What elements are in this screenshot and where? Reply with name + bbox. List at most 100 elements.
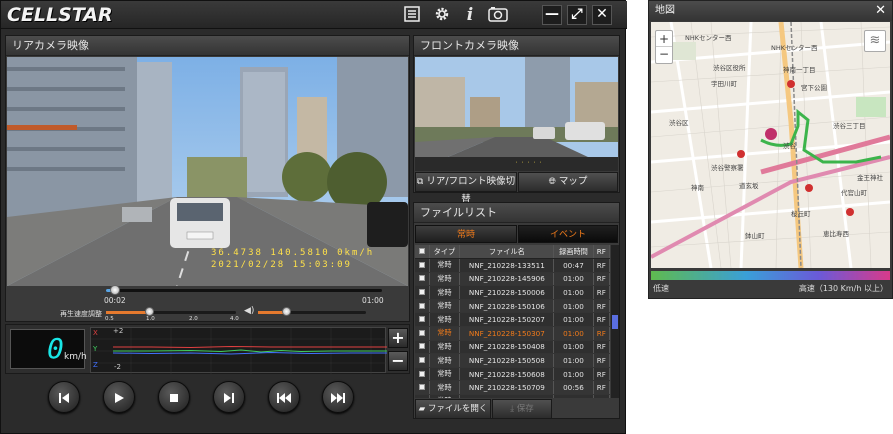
file-row[interactable]: 常時 NNF_210228-150207 01:00 RF <box>415 312 610 328</box>
gear-icon[interactable] <box>432 5 452 25</box>
minimize-button[interactable]: — <box>542 5 562 25</box>
map-label: NHKセンター西 <box>771 44 818 52</box>
file-duration: 01:00 <box>553 353 594 368</box>
tab-normal[interactable]: 常時 <box>415 225 517 243</box>
save-icon: ⤓ <box>510 404 515 414</box>
map-zoom-in-button[interactable]: + <box>656 31 672 47</box>
map-label: 恵比寿西 <box>823 230 849 238</box>
file-row[interactable]: 常時 NNF_210228-150608 01:00 RF <box>415 367 610 382</box>
file-row[interactable]: 常時 NNF_210228-145906 01:00 RF <box>415 272 610 287</box>
close-button[interactable]: ✕ <box>592 5 612 25</box>
volume-icon[interactable]: ◀) <box>244 306 254 316</box>
file-type: 常時 <box>429 380 461 396</box>
front-camera-video[interactable]: · · · · · <box>415 57 618 171</box>
row-checkbox[interactable] <box>415 380 430 396</box>
row-checkbox[interactable] <box>415 367 430 382</box>
map-label: 渋谷三丁目 <box>833 122 866 130</box>
file-row[interactable]: 常時 NNF_210228-150307 01:00 RF <box>415 326 610 341</box>
file-type: 常時 <box>429 285 461 300</box>
file-rf: RF <box>593 353 610 368</box>
row-checkbox[interactable] <box>415 353 430 368</box>
select-all-checkbox[interactable] <box>415 245 430 260</box>
volume-handle[interactable] <box>282 307 291 316</box>
file-row[interactable]: 常時 NNF_210228-150709 00:56 RF <box>415 380 610 396</box>
save-button[interactable]: ⤓ 保存 <box>492 399 552 419</box>
file-list-scrollbar[interactable] <box>611 245 619 398</box>
map-label: 渋谷区役所 <box>713 64 746 72</box>
datetime-overlay: 2021/02/28 15:03:09 <box>211 260 352 270</box>
file-duration: 00:56 <box>553 380 594 396</box>
row-checkbox[interactable] <box>415 285 430 300</box>
file-type: 常時 <box>429 299 461 314</box>
open-file-button[interactable]: ▰ ファイルを開く <box>415 399 491 419</box>
row-checkbox[interactable] <box>415 272 430 287</box>
row-checkbox[interactable] <box>415 312 430 328</box>
gps-overlay: 36.4738 140.5810 0km/h <box>211 248 375 258</box>
globe-icon: 🌐︎ <box>548 177 556 187</box>
play-button[interactable] <box>103 381 135 413</box>
cellstar-viewer-window: CELLSTAR i — ⤢ ✕ リアカメラ映像 36.4738 140.581… <box>0 0 627 434</box>
speed-adjust-label: 再生速度調整 <box>60 310 102 318</box>
file-type: 常時 <box>429 312 461 328</box>
file-table: タイプ ファイル名 録画時間 RF 常時 NNF_210228-133511 00:… <box>415 245 610 398</box>
file-row[interactable]: 常時 NNF_210228-150106 01:00 RF <box>415 299 610 314</box>
legend-high-label: 高速（130 Km/h 以上） <box>798 284 888 293</box>
tab-event[interactable]: イベント <box>518 225 618 243</box>
maximize-button[interactable]: ⤢ <box>567 5 587 25</box>
row-checkbox[interactable] <box>415 340 430 355</box>
front-camera-title: フロントカメラ映像 <box>414 36 619 56</box>
seek-handle[interactable] <box>110 285 121 295</box>
camera-icon[interactable] <box>488 5 508 25</box>
skip-forward-icon <box>331 393 345 403</box>
map-label: 道玄坂 <box>739 182 759 190</box>
info-icon[interactable]: i <box>460 5 480 25</box>
map-button[interactable]: 🌐︎ マップ <box>518 172 618 192</box>
file-duration: 01:00 <box>553 326 594 341</box>
map-label: 渋谷区 <box>669 119 689 127</box>
map-close-button[interactable]: ✕ <box>875 1 886 21</box>
file-row[interactable]: 常時 NNF_210228-150508 01:00 RF <box>415 353 610 368</box>
stop-button[interactable] <box>158 381 190 413</box>
map-label: 代官山町 <box>841 189 867 197</box>
map-label: 宇田川町 <box>711 80 737 88</box>
file-name: NNF_210228-150608 <box>459 367 555 382</box>
rear-camera-panel: リアカメラ映像 36.4738 140.5810 0km/h 2021/02/2… <box>5 35 410 322</box>
row-checkbox[interactable] <box>415 258 430 273</box>
row-checkbox[interactable] <box>415 299 430 314</box>
file-type: 常時 <box>429 367 461 382</box>
file-rf: RF <box>593 258 610 273</box>
zoom-out-graph-button[interactable]: − <box>388 351 408 371</box>
rear-camera-video[interactable]: 36.4738 140.5810 0km/h 2021/02/28 15:03:… <box>7 57 408 286</box>
skip-forward-button[interactable] <box>322 381 354 413</box>
file-name: NNF_210228-150207 <box>459 312 555 328</box>
open-file-label: ファイルを開く <box>427 404 488 414</box>
svg-text:· · · · ·: · · · · · <box>515 160 542 166</box>
file-row[interactable]: 常時 NNF_210228-133511 00:47 RF <box>415 258 610 273</box>
next-frame-button[interactable] <box>213 381 245 413</box>
file-row[interactable]: 常時 NNF_210228-150408 01:00 RF <box>415 340 610 355</box>
file-row[interactable]: 常時 NNF_210228-150006 01:00 RF <box>415 285 610 300</box>
column-rf: RF <box>593 245 610 260</box>
seek-bar[interactable] <box>106 289 382 292</box>
file-list-panel: ファイルリスト 常時 イベント タイプ ファイル名 録画時間 RF 常時 NNF_… <box>413 202 620 419</box>
file-row[interactable]: 常時NNF_210228-15100601:00RF <box>415 394 610 398</box>
map-canvas[interactable]: NHKセンター西 NHKセンター西 渋谷区役所 神南一丁目 宇田川町 渋谷 渋谷区 宮下公園渋… <box>651 22 890 268</box>
row-checkbox[interactable] <box>415 394 430 398</box>
rear-front-switch-button[interactable]: ⧉ リア/フロント映像切替 <box>415 172 517 205</box>
layers-icon[interactable]: ≋ <box>864 30 886 52</box>
speed-unit: km/h <box>64 352 87 362</box>
skip-back-button[interactable] <box>268 381 300 413</box>
speed-handle[interactable] <box>145 307 154 316</box>
column-filename: ファイル名 <box>459 245 555 260</box>
map-zoom-out-button[interactable]: − <box>656 47 672 63</box>
scrollbar-thumb[interactable] <box>612 315 618 329</box>
file-name: NNF_210228-150006 <box>459 285 555 300</box>
list-icon[interactable] <box>402 5 422 25</box>
skip-back-icon <box>277 393 291 403</box>
file-name: NNF_210228-150307 <box>459 326 555 341</box>
map-label: 金王神社 <box>857 174 883 182</box>
zoom-in-graph-button[interactable]: + <box>388 328 408 348</box>
row-checkbox[interactable] <box>415 326 430 341</box>
file-rf: RF <box>593 380 610 396</box>
skip-to-start-button[interactable] <box>48 381 80 413</box>
